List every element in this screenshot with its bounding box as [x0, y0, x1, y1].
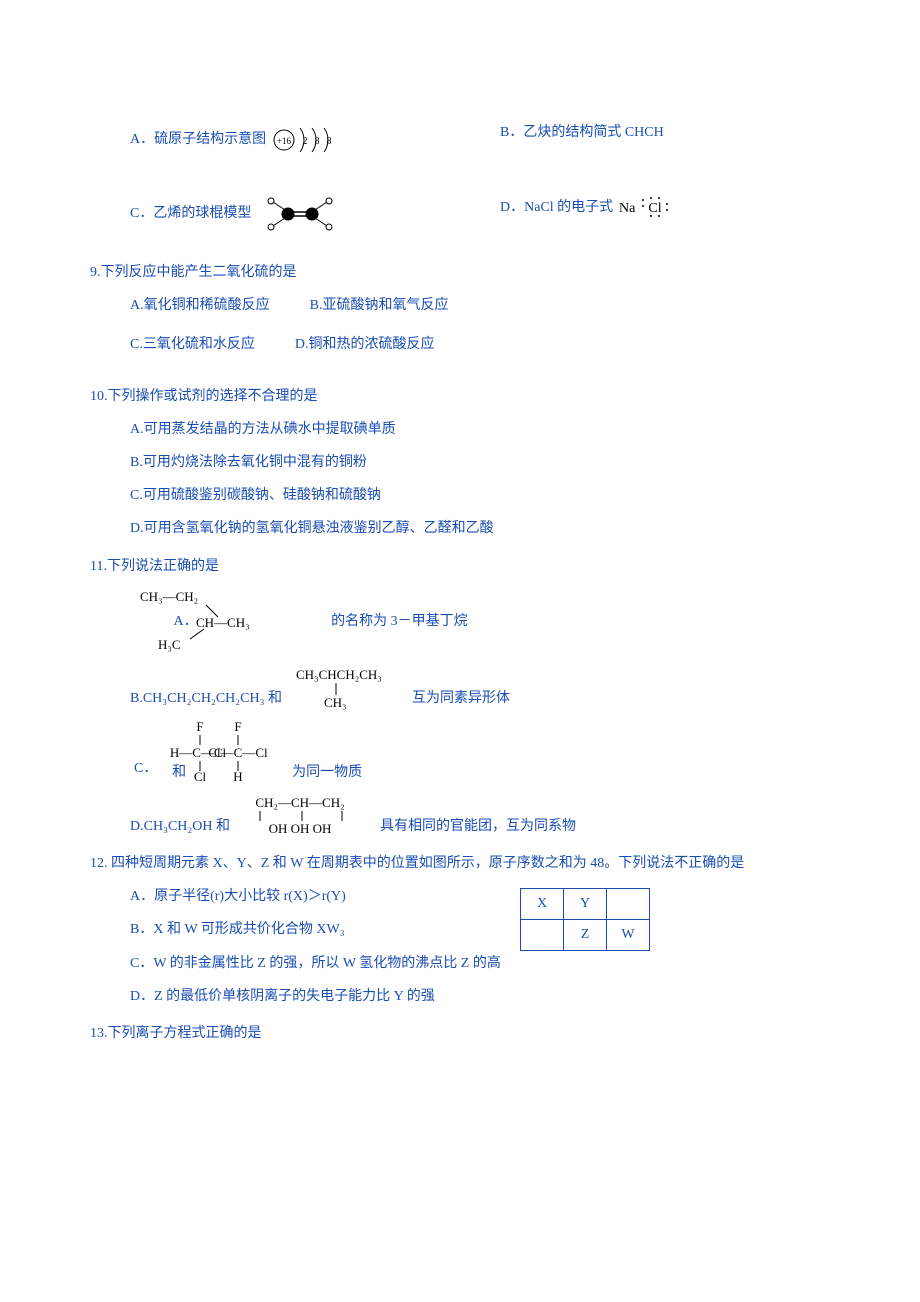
svg-text:CH—CH₃: CH—CH₃ [196, 615, 250, 630]
q11-a-label: A． [174, 614, 198, 629]
sulfur-atom-diagram-icon: +16 2 8 8 [270, 120, 360, 160]
q9-option-d: D.铜和热的浓硫酸反应 [295, 332, 435, 357]
shell-1: 2 [303, 136, 308, 147]
svg-text:CH₃: CH₃ [324, 695, 347, 710]
ethylene-ball-stick-icon [255, 194, 345, 234]
q12-option-c: C．W 的非金属性比 Z 的强，所以 W 氢化物的沸点比 Z 的高 [130, 951, 830, 976]
q8-d-label: D． [500, 195, 524, 220]
q11-c-post: 为同一物质 [292, 760, 362, 785]
q11-d-label: D. [130, 814, 144, 839]
q11-c-label: C． [134, 756, 157, 781]
q13-head: 13.下列离子方程式正确的是 [90, 1021, 830, 1046]
q8-option-a: A． 硫原子结构示意图 +16 2 8 8 [130, 120, 460, 160]
cell-x: X [521, 888, 564, 919]
q11-d-pre: CH₃CH₂OH 和 [144, 814, 230, 839]
shell-2: 8 [315, 136, 320, 147]
svg-text:CH₃CHCH₂CH₃: CH₃CHCH₂CH₃ [296, 667, 382, 682]
q11a-structure-icon: CH₃—CH₂ CH—CH₃ H₃C [130, 587, 300, 657]
cell-z: Z [564, 919, 607, 950]
q10-option-a: A.可用蒸发结晶的方法从碘水中提取碘单质 [130, 417, 830, 442]
q9-option-a: A.氧化铜和稀硫酸反应 [130, 293, 270, 318]
q11b-structure-icon: CH₃CHCH₂CH₃ CH₃ [282, 665, 412, 711]
q9-option-c: C.三氧化硫和水反应 [130, 332, 255, 357]
q11-a-text: 的名称为 3－甲基丁烷 [331, 614, 468, 629]
q11-b-label: B. [130, 686, 143, 711]
svg-text:CH₂—CH—CH₂: CH₂—CH—CH₂ [255, 795, 344, 810]
q11-option-a: CH₃—CH₂ CH—CH₃ H₃C A． 的名称为 3－甲基丁烷 [130, 587, 830, 657]
q8-b-text: 乙炔的结构简式 CHCH [523, 120, 663, 145]
svg-text:CH₃—CH₂: CH₃—CH₂ [140, 589, 198, 604]
q10-option-b: B.可用灼烧法除去氧化铜中混有的铜粉 [130, 450, 830, 475]
q12-option-b: B．X 和 W 可形成共价化合物 XW₃ [130, 917, 440, 942]
q12-option-d: D．Z 的最低价单核阴离子的失电子能力比 Y 的强 [130, 984, 830, 1009]
q8-option-b: B． 乙炔的结构简式 CHCH [500, 120, 830, 145]
shell-3: 8 [327, 136, 332, 147]
q8-c-text: 乙烯的球棍模型 [153, 201, 251, 226]
q11d-structure-icon: CH₂—CH—CH₂ OH OH OH [230, 793, 380, 839]
q11-c-mid: 和 [172, 760, 186, 785]
q11-option-b: B. CH₃CH₂CH₂CH₂CH₃ 和 CH₃CHCH₂CH₃ CH₃ 互为同… [130, 665, 830, 711]
cell-w: W [607, 919, 650, 950]
q12-head: 12. 四种短周期元素 X、Y、Z 和 W 在周期表中的位置如图所示，原子序数之… [90, 851, 830, 876]
q8-b-label: B． [500, 120, 523, 145]
q8-option-d: D． NaCl 的电子式 Na Cl [500, 194, 830, 222]
na-label: Na [619, 201, 636, 216]
svg-text:Cl—C—Cl: Cl—C—Cl [209, 745, 269, 760]
cell-empty-bottom [521, 919, 564, 950]
q12-option-a: A．原子半径(r)大小比较 r(X)＞r(Y) [130, 884, 440, 909]
q8-a-label: A． [130, 127, 154, 152]
q11-d-post: 具有相同的官能团，互为同系物 [380, 814, 576, 839]
q10-head: 10.下列操作或试剂的选择不合理的是 [90, 384, 830, 409]
q8-option-c: C． 乙烯的球棍模型 [130, 194, 460, 234]
q9-head: 9.下列反应中能产生二氧化硫的是 [90, 260, 830, 285]
q10-option-c: C.可用硫酸鉴别碳酸钠、硅酸钠和硫酸钠 [130, 483, 830, 508]
nacl-lewis-icon: Na Cl [617, 194, 677, 222]
q11-option-c: F H—C—Cl Cl C． X 和 F Cl—C—Cl H 为同一物质 [130, 719, 830, 785]
svg-text:OH OH OH: OH OH OH [269, 821, 332, 836]
q8-d-text: NaCl 的电子式 [524, 195, 613, 220]
periodic-table-fragment: X Y Z W [520, 888, 650, 951]
svg-text:F: F [235, 719, 242, 734]
cell-y: Y [564, 888, 607, 919]
cell-empty-top [607, 888, 650, 919]
q8-a-text: 硫原子结构示意图 [154, 127, 266, 152]
q11-b-pre: CH₃CH₂CH₂CH₂CH₃ 和 [143, 686, 282, 711]
q11-option-d: D. CH₃CH₂OH 和 CH₂—CH—CH₂ OH OH OH 具有相同的官… [130, 793, 830, 839]
nucleus-charge: +16 [277, 136, 292, 146]
q10-option-d: D.可用含氢氧化钠的氢氧化铜悬浊液鉴别乙醇、乙醛和乙酸 [130, 516, 830, 541]
q11c-structure2-icon: F Cl—C—Cl H [192, 719, 292, 785]
svg-text:H: H [233, 769, 242, 784]
q11-b-post: 互为同素异形体 [412, 686, 510, 711]
svg-text:H₃C: H₃C [158, 637, 181, 652]
q11-head: 11.下列说法正确的是 [90, 554, 830, 579]
q9-option-b: B.亚硫酸钠和氧气反应 [310, 293, 449, 318]
cl-label: Cl [649, 201, 662, 216]
q8-c-label: C． [130, 201, 153, 226]
